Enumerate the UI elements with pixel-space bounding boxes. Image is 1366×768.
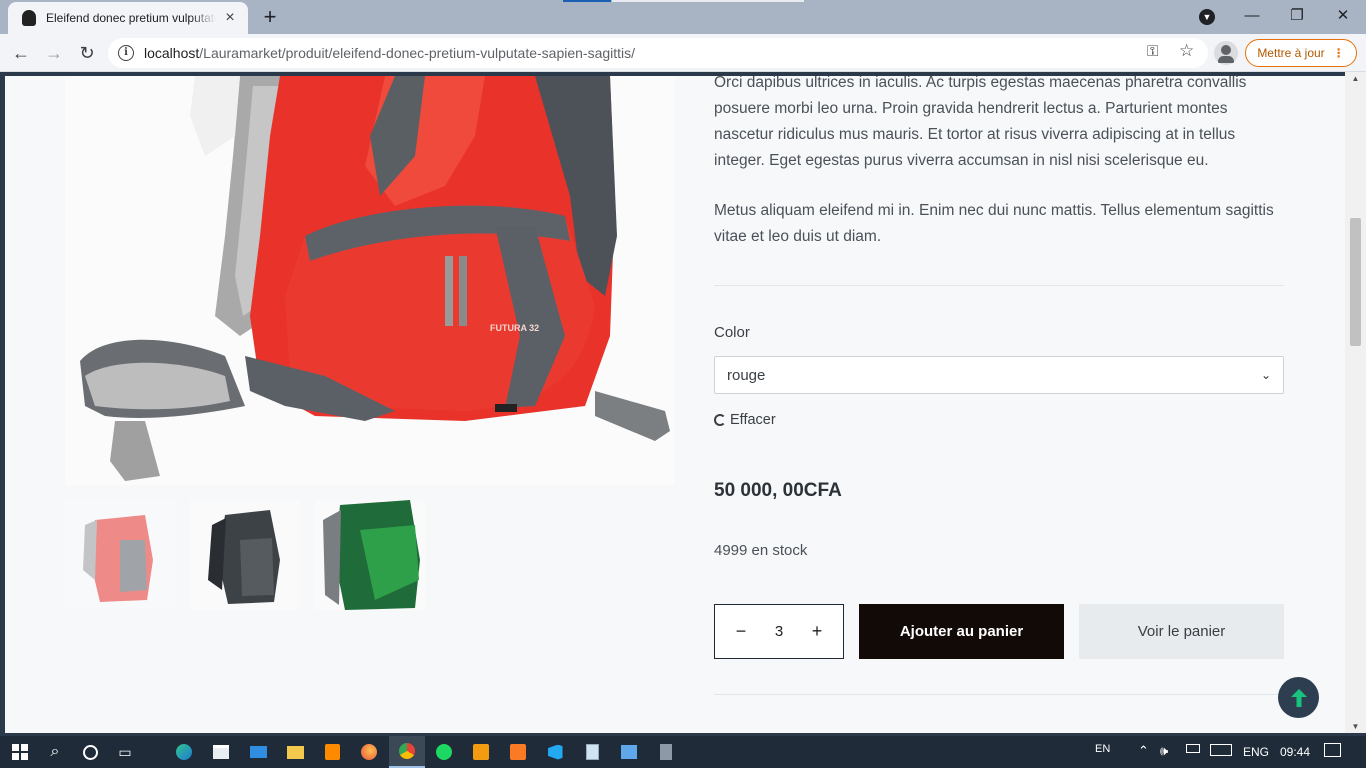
mail-icon[interactable]	[246, 741, 270, 763]
clear-selection-link[interactable]: Effacer	[714, 412, 776, 428]
address-bar[interactable]: i localhost/Lauramarket/produit/eleifend…	[108, 38, 1208, 68]
url-host: localhost	[144, 45, 200, 61]
scroll-down-arrow-icon[interactable]: ▼	[1345, 722, 1366, 731]
bookmark-star-icon[interactable]: ☆	[1179, 41, 1194, 61]
tab-bar-accent-light	[612, 0, 804, 2]
key-icon[interactable]: ⚿	[1147, 43, 1158, 60]
store-icon[interactable]	[209, 741, 233, 763]
thumbnail-red[interactable]	[65, 500, 175, 610]
page-scrollbar[interactable]: ▲ ▼	[1345, 72, 1366, 733]
sublime-text-icon[interactable]	[320, 741, 344, 763]
back-to-top-button[interactable]	[1278, 677, 1319, 718]
profile-avatar[interactable]	[1214, 41, 1238, 65]
tab-bar-accent	[563, 0, 611, 2]
section-divider	[714, 285, 1284, 286]
forward-button[interactable]: →	[42, 41, 66, 65]
thumbnail-green[interactable]	[315, 500, 425, 610]
product-description-paragraph-2: Metus aliquam eleifend mi in. Enim nec d…	[714, 202, 1274, 245]
reload-button[interactable]: ↻	[75, 41, 99, 65]
notifications-icon[interactable]	[1324, 743, 1341, 757]
backpack-illustration: FUTURA 32	[65, 76, 675, 485]
bottom-divider	[714, 694, 1284, 695]
thumbnail-red-image	[65, 500, 175, 610]
color-select-value: rouge	[727, 366, 766, 384]
quantity-value[interactable]: 3	[775, 623, 783, 640]
browser-tab[interactable]: Eleifend donec pretium vulputate ×	[8, 2, 248, 34]
clock-time[interactable]: 09:44	[1280, 745, 1310, 759]
tray-chevron-icon[interactable]: ⌃	[1138, 743, 1149, 759]
input-language[interactable]: ENG	[1243, 745, 1269, 759]
edge-icon[interactable]	[172, 741, 196, 763]
spotify-icon[interactable]	[432, 741, 456, 763]
decrease-quantity-button[interactable]: −	[731, 621, 751, 642]
cortana-icon[interactable]	[78, 741, 102, 763]
reset-icon	[714, 414, 726, 426]
language-short[interactable]: EN	[1095, 743, 1110, 755]
scroll-up-arrow-icon[interactable]: ▲	[1345, 74, 1366, 83]
update-label: Mettre à jour	[1257, 46, 1325, 60]
thumbnail-grey-image	[190, 500, 300, 610]
restore-button[interactable]: ❐	[1277, 4, 1317, 28]
url-path: /Lauramarket/produit/eleifend-donec-pret…	[199, 45, 636, 61]
thumbnail-green-image	[315, 500, 425, 610]
close-window-button[interactable]: ✕	[1323, 4, 1363, 28]
chevron-down-icon: ⌄	[1260, 368, 1271, 382]
search-icon[interactable]: ⌕	[43, 741, 67, 763]
battery-icon[interactable]	[1186, 744, 1200, 753]
quantity-stepper[interactable]: − 3 +	[714, 604, 844, 659]
add-to-cart-button[interactable]: Ajouter au panier	[859, 604, 1064, 659]
scrollbar-thumb[interactable]	[1350, 218, 1361, 346]
git-app-icon[interactable]	[469, 741, 493, 763]
browser-tab-bar: Eleifend donec pretium vulputate × + ▼ —…	[0, 0, 1366, 34]
product-description-paragraph-1: Orci dapibus ultrices in iaculis. Ac tur…	[714, 76, 1247, 169]
product-main-image[interactable]: FUTURA 32	[65, 76, 675, 485]
volume-icon[interactable]: 🕪	[1160, 743, 1168, 759]
tab-title: Eleifend donec pretium vulputate	[46, 11, 216, 25]
new-tab-button[interactable]: +	[258, 6, 282, 28]
product-price: 50 000, 00CFA	[714, 480, 842, 501]
stock-status: 4999 en stock	[714, 542, 808, 559]
firefox-icon[interactable]	[357, 741, 381, 763]
calculator-icon[interactable]	[654, 741, 678, 763]
minimize-button[interactable]: —	[1232, 4, 1272, 28]
xampp-icon[interactable]	[506, 741, 530, 763]
control-panel-icon[interactable]	[617, 741, 641, 763]
windows-taskbar: ⌕ ▭ EN ⌃ 🕪 ENG 09:44	[0, 736, 1366, 768]
increase-quantity-button[interactable]: +	[807, 621, 827, 642]
keyboard-icon[interactable]	[1210, 744, 1232, 756]
file-explorer-icon[interactable]	[283, 741, 307, 763]
view-cart-button[interactable]: Voir le panier	[1079, 604, 1284, 659]
page-viewport: FUTURA 32 Orci dapibus ultrices in iacul…	[5, 76, 1345, 733]
windows-start-icon[interactable]	[8, 741, 32, 763]
vscode-icon[interactable]	[543, 741, 567, 763]
notepad-icon[interactable]	[580, 741, 604, 763]
back-button[interactable]: ←	[9, 41, 33, 65]
color-select[interactable]: rouge ⌄	[714, 356, 1284, 394]
tab-search-icon[interactable]: ▼	[1199, 9, 1215, 25]
update-button[interactable]: Mettre à jour ⋮	[1245, 39, 1357, 67]
thumbnail-grey[interactable]	[190, 500, 300, 610]
product-logo-text: FUTURA 32	[490, 323, 539, 333]
color-label: Color	[714, 324, 750, 341]
chrome-icon[interactable]	[389, 736, 425, 768]
clear-label: Effacer	[730, 412, 776, 428]
browser-toolbar: ← → ↻ i localhost/Lauramarket/produit/el…	[0, 34, 1366, 72]
site-info-icon[interactable]: i	[118, 45, 134, 61]
task-view-icon[interactable]: ▭	[113, 741, 137, 763]
arrow-up-icon	[1290, 688, 1307, 707]
menu-dots-icon: ⋮	[1332, 46, 1345, 60]
tab-close-icon[interactable]: ×	[222, 9, 238, 26]
windows-logo-icon	[12, 744, 28, 760]
site-favicon-icon	[22, 10, 36, 26]
